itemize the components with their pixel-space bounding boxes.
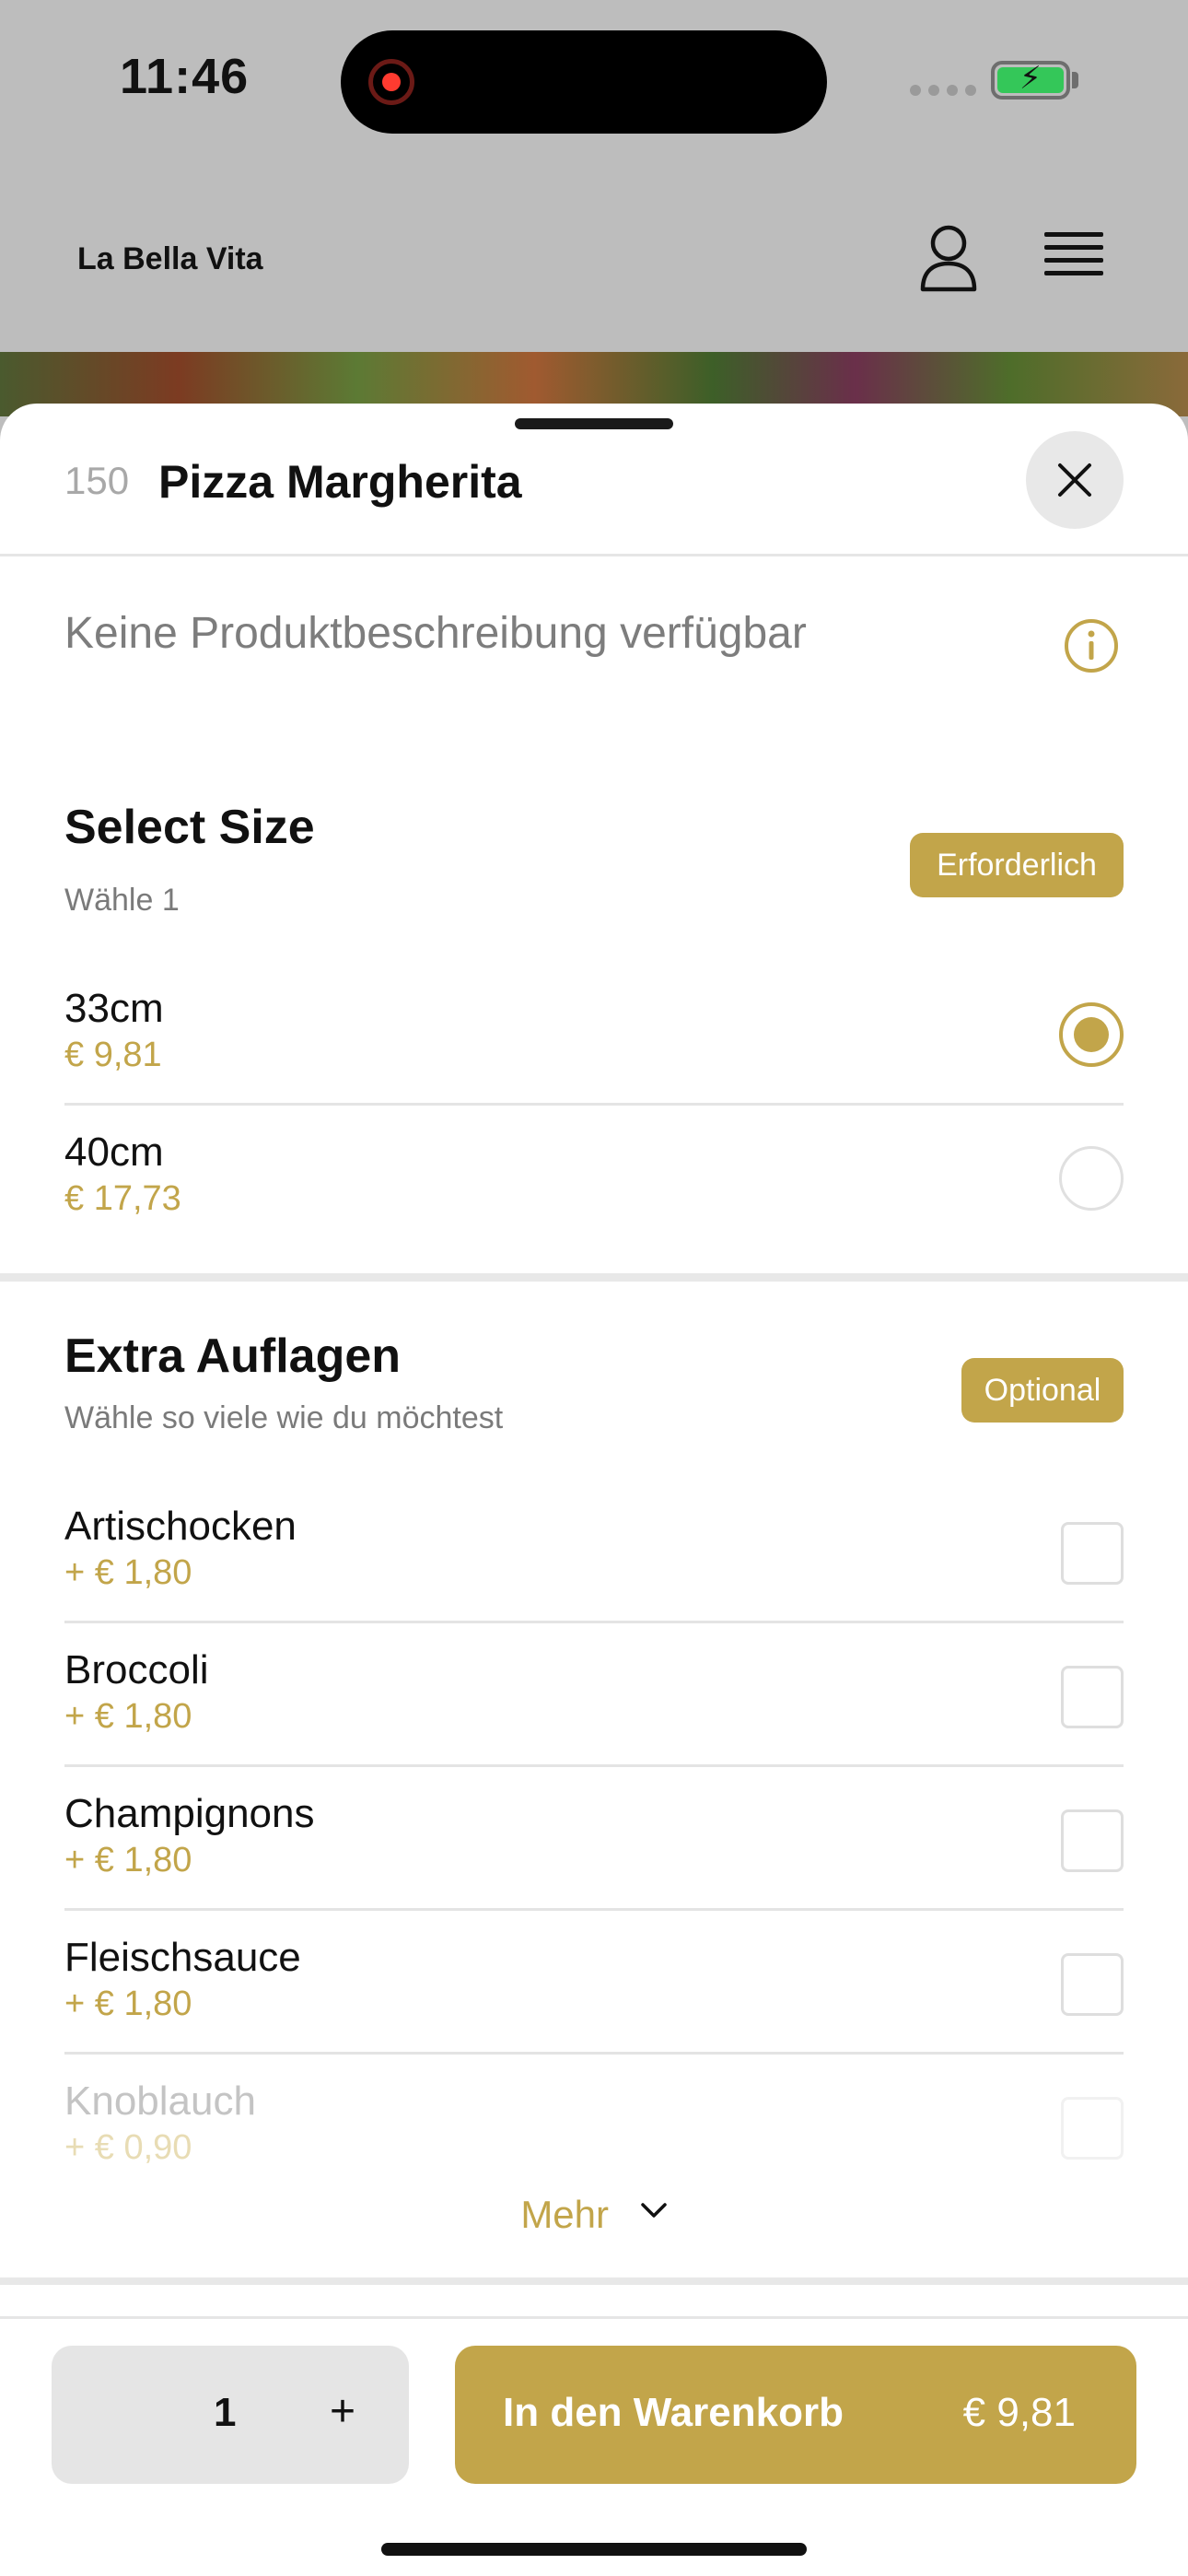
size-section-subtitle: Wähle 1	[64, 883, 180, 918]
status-time: 11:46	[120, 49, 250, 104]
quantity-value: 1	[214, 2390, 237, 2435]
option-price: + € 1,80	[64, 1553, 192, 1592]
status-bar: 11:46	[0, 0, 1188, 166]
option-name: Artischocken	[64, 1504, 297, 1549]
radio-unselected[interactable]	[1059, 1146, 1124, 1211]
signal-icon	[910, 85, 976, 96]
user-icon[interactable]	[919, 223, 978, 293]
option-name: Knoblauch	[64, 2078, 256, 2124]
extra-option[interactable]: Broccoli + € 1,80	[64, 1623, 1124, 1767]
brand-name[interactable]: La Bella Vita	[77, 241, 263, 277]
option-name: Fleischsauce	[64, 1935, 301, 1980]
close-button[interactable]	[1026, 431, 1124, 529]
option-price: + € 1,80	[64, 1697, 192, 1736]
checkbox[interactable]	[1061, 1522, 1124, 1585]
option-price: € 17,73	[64, 1179, 181, 1218]
item-number: 150	[64, 459, 130, 502]
checkbox[interactable]	[1061, 1809, 1124, 1872]
section-divider	[0, 1273, 1188, 1282]
close-icon	[1058, 463, 1091, 497]
chevron-down-icon	[640, 2203, 667, 2218]
product-sheet: 150 Pizza Margherita Keine Produktbeschr…	[0, 404, 1188, 2576]
battery-cap	[1072, 72, 1078, 88]
option-name: 40cm	[64, 1130, 164, 1175]
extras-section-title: Extra Auflagen	[64, 1329, 402, 1383]
sheet-header: 150 Pizza Margherita	[0, 404, 1188, 556]
menu-icon[interactable]	[1044, 232, 1103, 282]
quantity-stepper: 1 +	[52, 2346, 409, 2484]
show-more-label: Mehr	[520, 2193, 610, 2236]
checkbox[interactable]	[1061, 2097, 1124, 2160]
size-option[interactable]: 33cm € 9,81	[64, 962, 1124, 1106]
extra-option[interactable]: Knoblauch + € 0,90	[64, 2055, 1124, 2198]
option-price: + € 0,90	[64, 2128, 192, 2167]
option-price: € 9,81	[64, 1036, 162, 1074]
extra-option[interactable]: Champignons + € 1,80	[64, 1767, 1124, 1911]
add-to-cart-label: In den Warenkorb	[503, 2390, 844, 2435]
required-badge: Erforderlich	[910, 833, 1124, 897]
battery-icon	[991, 60, 1070, 100]
option-price: + € 1,80	[64, 1985, 192, 2023]
add-to-cart-button[interactable]: In den Warenkorb € 9,81	[455, 2346, 1136, 2484]
size-section-title: Select Size	[64, 801, 315, 854]
item-title: Pizza Margherita	[158, 456, 522, 508]
add-to-cart-price: € 9,81	[962, 2390, 1076, 2435]
footer-divider	[0, 2316, 1188, 2319]
optional-badge: Optional	[961, 1358, 1124, 1423]
home-indicator[interactable]	[381, 2543, 807, 2556]
extra-option[interactable]: Fleischsauce + € 1,80	[64, 1911, 1124, 2055]
checkbox[interactable]	[1061, 1666, 1124, 1728]
extra-option[interactable]: Artischocken + € 1,80	[64, 1480, 1124, 1623]
dynamic-island	[341, 30, 827, 134]
checkbox[interactable]	[1061, 1953, 1124, 2016]
radio-selected[interactable]	[1059, 1002, 1124, 1067]
increment-button[interactable]: +	[330, 2386, 355, 2437]
option-name: 33cm	[64, 986, 164, 1031]
show-more-button[interactable]: Mehr	[0, 2193, 1188, 2237]
info-icon[interactable]	[1063, 617, 1120, 674]
option-name: Champignons	[64, 1791, 315, 1836]
item-description: Keine Produktbeschreibung verfügbar	[64, 609, 807, 658]
size-option[interactable]: 40cm € 17,73	[64, 1106, 1124, 1249]
option-name: Broccoli	[64, 1647, 209, 1692]
record-icon	[368, 59, 414, 105]
option-price: + € 1,80	[64, 1841, 192, 1879]
section-divider	[0, 2277, 1188, 2285]
extras-section-subtitle: Wähle so viele wie du möchtest	[64, 1400, 504, 1435]
